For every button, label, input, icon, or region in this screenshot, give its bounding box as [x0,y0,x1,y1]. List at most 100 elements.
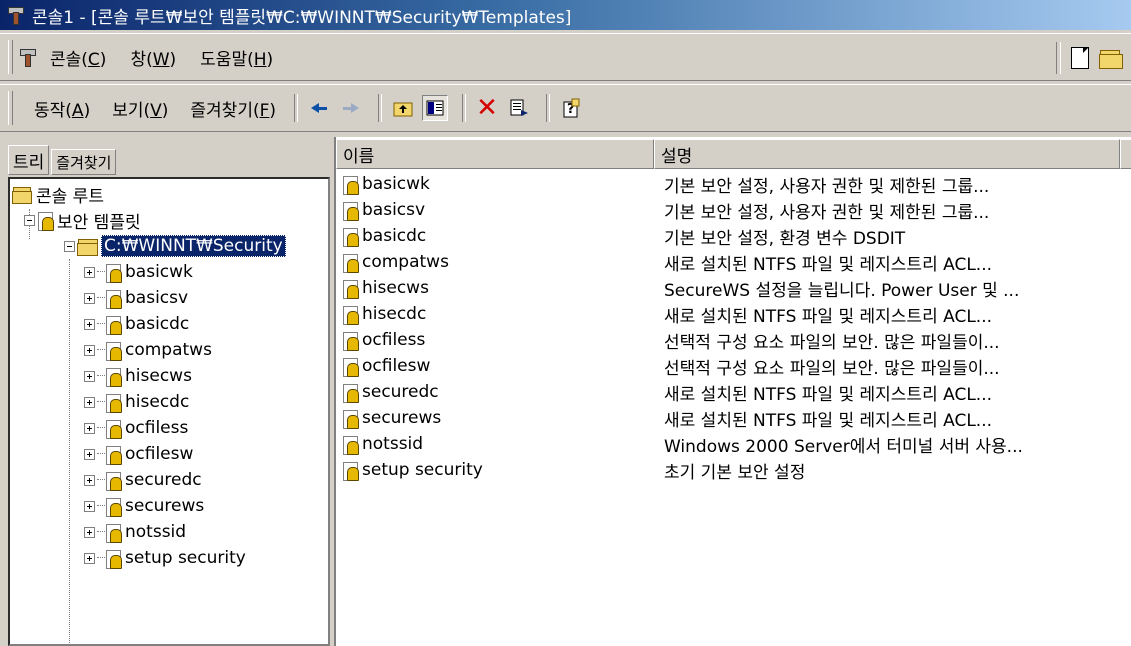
column-header-name[interactable]: 이름 [336,139,654,169]
menu-window[interactable]: 창(W) [130,45,176,70]
tree-connector [97,375,105,377]
menu-favorites[interactable]: 즐겨찾기(F) [190,96,276,121]
security-template-icon [105,471,122,491]
list-item[interactable]: hisecdc 새로 설치된 NTFS 파일 및 레지스트리 ACL... [342,301,1122,327]
tree-node-label: 콘솔 루트 [36,186,104,207]
tree-node-template[interactable]: notssid [84,519,186,545]
list-item-description: 기본 보안 설정, 사용자 권한 및 제한된 그룹... [664,176,990,197]
tree-node-template[interactable]: ocfilesw [84,441,193,467]
toolbar-grip[interactable] [8,40,13,74]
new-document-icon[interactable] [1071,47,1089,69]
show-hide-tree-icon[interactable] [422,95,449,121]
console-menu-icon[interactable] [20,49,38,67]
list-item-description: Windows 2000 Server에서 터미널 서버 사용... [664,436,1023,457]
security-template-icon [105,315,122,335]
forward-arrow-icon[interactable] [338,95,364,121]
list-item[interactable]: setup security 초기 기본 보안 설정 [342,457,1122,483]
tree-connector [97,401,105,403]
list-item[interactable]: compatws 새로 설치된 NTFS 파일 및 레지스트리 ACL... [342,249,1122,275]
list-item[interactable]: hisecws SecureWS 설정을 늘립니다. Power User 및 .… [342,275,1122,301]
list-item[interactable]: basicdc 기본 보안 설정, 환경 변수 DSDIT [342,223,1122,249]
list-item[interactable]: basicwk 기본 보안 설정, 사용자 권한 및 제한된 그룹... [342,171,1122,197]
tree-node-label: securedc [125,470,202,490]
expand-icon[interactable] [84,500,95,512]
collapse-icon[interactable] [24,214,35,226]
open-folder-icon[interactable] [1099,49,1123,69]
tree-node-template[interactable]: ocfiless [84,415,188,441]
menu-view[interactable]: 보기(V) [112,96,168,121]
tree-node-template[interactable]: hisecdc [84,389,189,415]
tab-favorites[interactable]: 즐겨찾기 [51,149,117,175]
tree-connector [97,479,105,481]
expand-icon[interactable] [84,266,95,278]
expand-icon[interactable] [84,396,95,408]
back-arrow-icon[interactable] [306,95,332,121]
expand-icon[interactable] [84,292,95,304]
up-folder-icon[interactable] [390,95,416,121]
tree-node-template[interactable]: compatws [84,337,212,363]
security-template-icon [105,497,122,517]
tab-tree[interactable]: 트리 [8,145,50,175]
list-item-description: 새로 설치된 NTFS 파일 및 레지스트리 ACL... [664,384,992,405]
expand-icon[interactable] [84,422,95,434]
toolbar-separator [294,94,299,122]
list-item[interactable]: notssid Windows 2000 Server에서 터미널 서버 사용..… [342,431,1122,457]
action-toolbar: 동작(A) 보기(V) 즐겨찾기(F) ✕ ? [0,84,1131,132]
tree-node-template[interactable]: basicwk [84,259,193,285]
list-item[interactable]: ocfilesw 선택적 구성 요소 파일의 보안. 많은 파일들이... [342,353,1122,379]
tree-connector [97,505,105,507]
tree-view[interactable]: 콘솔 루트 보안 템플릿 C:₩WINNT₩Security basicwk ba… [8,177,330,646]
expand-icon[interactable] [84,344,95,356]
toolbar-grip[interactable] [8,91,13,125]
expand-icon[interactable] [84,370,95,382]
expand-icon[interactable] [84,448,95,460]
folder-icon [12,186,32,204]
security-template-icon [105,419,122,439]
console-app-icon [8,7,26,25]
expand-icon[interactable] [84,552,95,564]
collapse-icon[interactable] [64,240,75,252]
tree-node-template[interactable]: securedc [84,467,202,493]
help-icon[interactable]: ? [558,95,584,121]
menu-help[interactable]: 도움말(H) [200,45,273,70]
expand-icon[interactable] [84,318,95,330]
list-item[interactable]: basicsv 기본 보안 설정, 사용자 권한 및 제한된 그룹... [342,197,1122,223]
security-template-icon [105,367,122,387]
tree-node-console-root[interactable]: 콘솔 루트 [12,181,104,207]
list-item-description: 새로 설치된 NTFS 파일 및 레지스트리 ACL... [664,254,992,275]
security-template-icon [105,341,122,361]
tree-pane: 트리 즐겨찾기 콘솔 루트 보안 템플릿 C:₩WINNT₩Security b… [8,137,330,646]
tree-node-security-templates[interactable]: 보안 템플릿 [24,207,141,233]
list-item-description: 선택적 구성 요소 파일의 보안. 많은 파일들이... [664,358,1000,379]
tree-node-template[interactable]: setup security [84,545,246,571]
list-item-name: hisecws [362,278,429,298]
tree-node-template[interactable]: basicsv [84,285,188,311]
column-header-description[interactable]: 설명 [654,139,1120,169]
tree-connector [97,427,105,429]
list-item[interactable]: securews 새로 설치된 NTFS 파일 및 레지스트리 ACL... [342,405,1122,431]
list-item[interactable]: ocfiless 선택적 구성 요소 파일의 보안. 많은 파일들이... [342,327,1122,353]
list-item-name: ocfiless [362,330,426,350]
tree-node-label: hisecws [125,366,192,386]
list-item-description: 기본 보안 설정, 사용자 권한 및 제한된 그룹... [664,202,990,223]
security-template-icon [342,435,359,455]
tree-node-label: setup security [125,548,246,568]
export-list-icon[interactable] [506,95,532,121]
tree-node-templates-path[interactable]: C:₩WINNT₩Security [64,233,286,259]
tree-node-template[interactable]: basicdc [84,311,189,337]
list-item-name: basicsv [362,200,426,220]
security-template-icon [105,549,122,569]
toolbar-separator [462,94,467,122]
tree-connector [97,297,105,299]
toolbar-separator [378,94,383,122]
security-template-icon [105,445,122,465]
menu-action[interactable]: 동작(A) [34,96,90,121]
tree-node-template[interactable]: securews [84,493,204,519]
list-item-name: basicdc [362,226,427,246]
tree-node-template[interactable]: hisecws [84,363,192,389]
delete-icon[interactable]: ✕ [474,95,500,121]
expand-icon[interactable] [84,474,95,486]
menu-console[interactable]: 콘솔(C) [50,45,106,70]
list-item[interactable]: securedc 새로 설치된 NTFS 파일 및 레지스트리 ACL... [342,379,1122,405]
expand-icon[interactable] [84,526,95,538]
